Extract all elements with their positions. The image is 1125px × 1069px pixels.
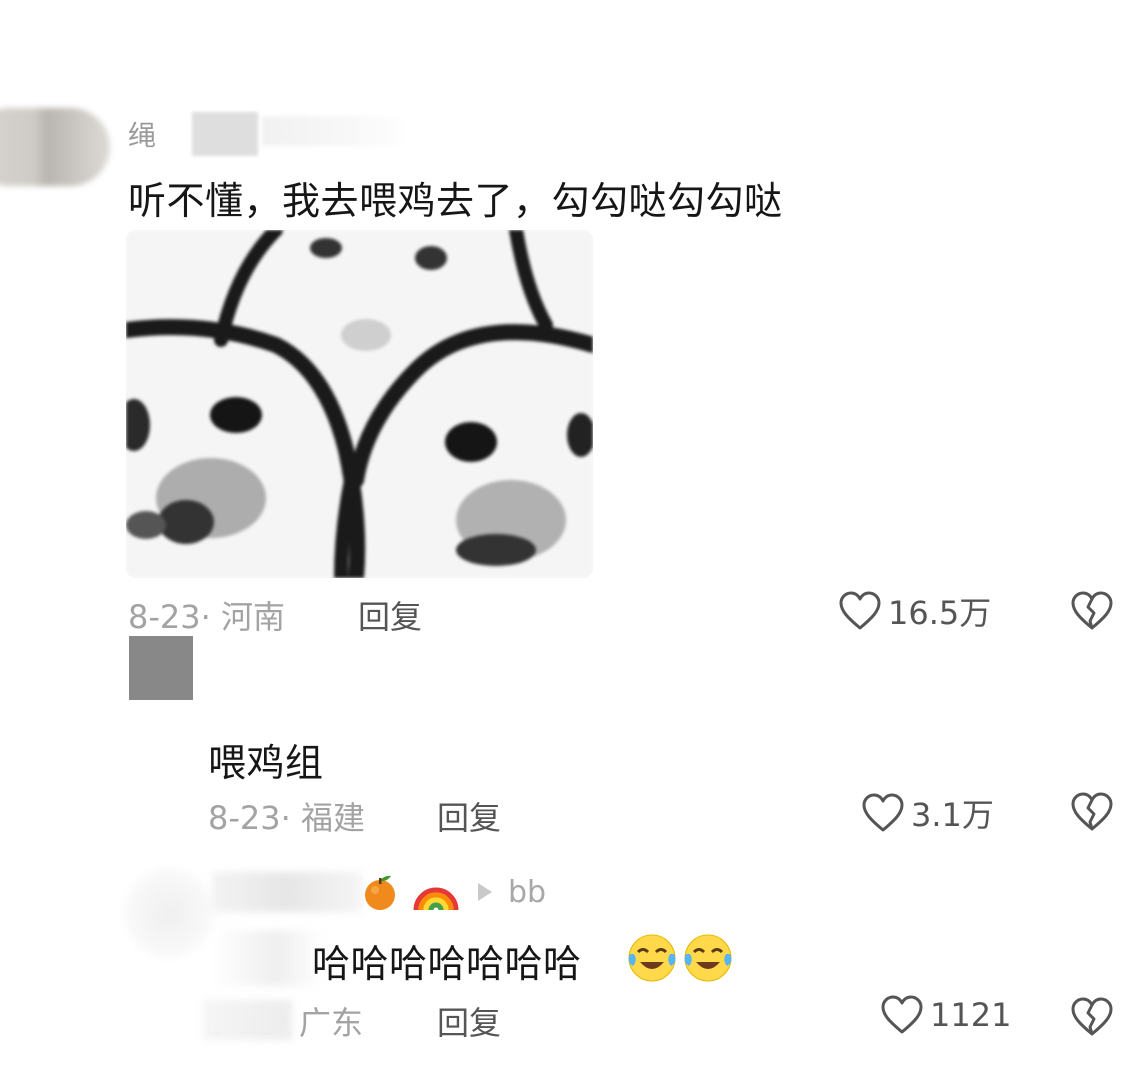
- broken-heart-icon[interactable]: [1070, 792, 1114, 832]
- rainbow-emoji: [412, 872, 460, 912]
- name-blur: [262, 116, 412, 146]
- date-blur: [202, 1000, 292, 1040]
- heart-outline-icon: [838, 591, 882, 631]
- reply-text: 喂鸡组: [208, 741, 324, 785]
- like-button[interactable]: 1121: [880, 995, 1011, 1035]
- comment-date-location: 8-23· 河南: [128, 598, 285, 636]
- reply-button[interactable]: 回复: [437, 998, 501, 1044]
- reply-button[interactable]: 回复: [358, 592, 422, 638]
- commenter-name[interactable]: 绳: [128, 114, 156, 154]
- tears-of-joy-emoji: [626, 932, 678, 984]
- meme-sticker-image[interactable]: [126, 230, 593, 578]
- like-count: 16.5万: [888, 594, 992, 632]
- reply-button[interactable]: 回复: [437, 793, 501, 839]
- comment-text: 听不懂，我去喂鸡去了，勾勾哒勾勾哒: [128, 179, 783, 223]
- like-count: 3.1万: [911, 796, 994, 834]
- heart-outline-icon: [880, 995, 924, 1035]
- name-mosaic-mask: [192, 112, 258, 156]
- reply-date-location: 8-23· 福建: [208, 799, 365, 837]
- reply-to-user[interactable]: bb: [508, 875, 546, 910]
- play-arrow-icon: [478, 883, 492, 901]
- name-blur: [212, 872, 362, 912]
- reply-text: 哈哈哈哈哈哈哈: [312, 942, 582, 986]
- reply-author-badges: bb: [360, 872, 546, 912]
- broken-heart-icon[interactable]: [1070, 997, 1114, 1037]
- broken-heart-icon[interactable]: [1070, 591, 1114, 631]
- text-blur: [212, 930, 322, 986]
- heart-outline-icon: [861, 793, 905, 833]
- reply-emojis: [626, 932, 734, 984]
- tears-of-joy-emoji: [682, 932, 734, 984]
- tangerine-emoji: [360, 872, 400, 912]
- commenter-avatar[interactable]: [0, 108, 110, 186]
- like-button[interactable]: 16.5万: [838, 588, 991, 634]
- reply-avatar[interactable]: [129, 636, 193, 700]
- like-count: 1121: [930, 996, 1012, 1034]
- like-button[interactable]: 3.1万: [861, 790, 994, 836]
- reply-avatar[interactable]: [124, 868, 214, 958]
